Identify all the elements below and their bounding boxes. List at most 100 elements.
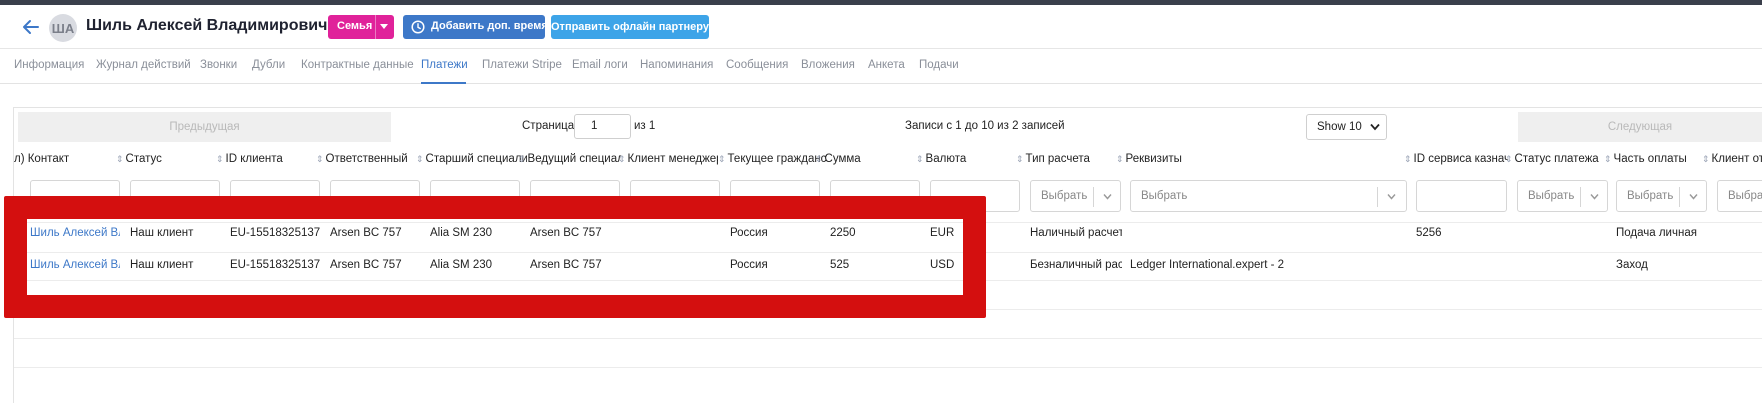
column-header[interactable]: ⇕ Реквизиты xyxy=(1116,153,1406,165)
row-divider xyxy=(14,222,1762,223)
treasury-id-cell: 5256 xyxy=(1416,227,1442,239)
family-label: Семья xyxy=(337,20,373,32)
column-header[interactable]: ⇕ Клиент от xyxy=(1702,153,1762,165)
row-divider xyxy=(14,367,1762,368)
filter-status[interactable] xyxy=(130,180,220,212)
person-name: Шиль Алексей Владимирович xyxy=(86,17,328,34)
filter-citizenship[interactable] xyxy=(730,180,820,212)
chevron-down-icon xyxy=(1370,123,1380,131)
chevron-down-icon xyxy=(1103,194,1112,200)
column-header[interactable]: ⇕Текущее гражданство xyxy=(718,153,827,165)
column-header[interactable]: ⇕ Сумма xyxy=(815,153,909,165)
tab-payments-stripe[interactable]: Платежи Stripe xyxy=(482,59,562,71)
filter-calc-type[interactable]: Выбрать xyxy=(1030,180,1121,212)
pay-part-cell: Заход xyxy=(1616,259,1648,271)
contact-link[interactable]: Шиль Алексей Владимирович xyxy=(30,227,120,239)
chevron-down-icon xyxy=(1689,194,1698,200)
column-header[interactable]: ⇕ ID клиента xyxy=(216,153,310,165)
filter-amount[interactable] xyxy=(830,180,920,212)
filter-senior[interactable] xyxy=(430,180,520,212)
calc-type-cell: Наличный расчет xyxy=(1030,227,1122,239)
column-header[interactable]: ⇕ Статус xyxy=(116,153,210,165)
prev-page-button[interactable]: Предыдущая xyxy=(18,112,391,142)
tab-submissions[interactable]: Подачи xyxy=(919,59,959,71)
row-divider xyxy=(14,280,1762,281)
column-header[interactable]: ⇕Ведущий специалист xyxy=(518,153,621,165)
responsible-cell: Arsen BC 757 xyxy=(330,227,402,239)
page-size-label: Show 10 xyxy=(1317,121,1362,133)
filter-currency[interactable] xyxy=(930,180,1020,212)
filter-client-from[interactable]: Выбрать xyxy=(1717,180,1762,212)
filter-pay-status[interactable]: Выбрать xyxy=(1517,180,1608,212)
tab-contract-data[interactable]: Контрактные данные xyxy=(301,59,414,71)
filter-pay-part[interactable]: Выбрать xyxy=(1616,180,1707,212)
filter-manager[interactable] xyxy=(630,180,720,212)
filter-client-id[interactable] xyxy=(230,180,320,212)
filter-divider xyxy=(1093,187,1094,207)
column-header[interactable]: ⇕ Ответственный xyxy=(316,153,416,165)
responsible-cell: Arsen BC 757 xyxy=(330,259,402,271)
tab-info[interactable]: Информация xyxy=(14,59,84,71)
tab-attachments[interactable]: Вложения xyxy=(801,59,855,71)
add-time-button[interactable]: Добавить доп. время xyxy=(403,15,548,39)
page-size-select[interactable]: Show 10 xyxy=(1306,114,1387,140)
filter-divider xyxy=(1679,187,1680,207)
add-time-label: Добавить доп. время xyxy=(431,20,548,32)
page-header: ША Шиль Алексей Владимирович Семья Добав… xyxy=(0,5,1762,49)
tab-email-logs[interactable]: Email логи xyxy=(572,59,628,71)
filter-contact[interactable] xyxy=(30,180,120,212)
tab-calls[interactable]: Звонки xyxy=(200,59,237,71)
button-divider xyxy=(375,15,376,39)
calc-type-cell: Безналичный расчет xyxy=(1030,259,1122,271)
currency-cell: EUR xyxy=(930,227,955,239)
row-divider xyxy=(14,309,1762,310)
filter-placeholder: Выбрать xyxy=(1728,190,1762,202)
chevron-down-icon xyxy=(1387,194,1396,200)
tab-action-log[interactable]: Журнал действий xyxy=(96,59,191,71)
page-label: Страница xyxy=(522,120,575,132)
tab-duplicates[interactable]: Дубли xyxy=(252,59,285,71)
send-partner-button[interactable]: Отправить офлайн партнеру xyxy=(551,15,709,39)
page-input[interactable]: 1 xyxy=(574,114,631,139)
filter-divider xyxy=(1377,187,1378,207)
contact-link[interactable]: Шиль Алексей Владимирович xyxy=(30,259,120,271)
lead-cell: Arsen BC 757 xyxy=(530,259,602,271)
clock-icon xyxy=(411,20,425,34)
amount-cell: 2250 xyxy=(830,227,856,239)
column-header[interactable]: ⇕ Тип расчета xyxy=(1016,153,1116,165)
column-header[interactable]: ⇕ Клиент менеджер xyxy=(618,153,718,165)
tab-payments[interactable]: Платежи xyxy=(421,59,468,71)
column-header[interactable]: ⇕Старший специалист xyxy=(416,153,527,165)
column-header[interactable]: ⇕ Статус платежа xyxy=(1505,153,1605,165)
tab-messages[interactable]: Сообщения xyxy=(726,59,788,71)
status-cell: Наш клиент xyxy=(130,259,194,271)
filter-placeholder: Выбрать xyxy=(1528,190,1575,202)
filter-responsible[interactable] xyxy=(330,180,420,212)
caret-down-icon[interactable] xyxy=(380,24,388,29)
tab-questionnaire[interactable]: Анкета xyxy=(868,59,905,71)
tab-bar: Информация Журнал действий Звонки Дубли … xyxy=(0,49,1762,84)
tab-reminders[interactable]: Напоминания xyxy=(640,59,713,71)
column-header[interactable]: ⇕ Валюта xyxy=(916,153,1016,165)
column-header[interactable]: л) Контакт xyxy=(14,153,114,165)
active-tab-underline xyxy=(421,82,466,84)
filter-requisites[interactable]: Выбрать xyxy=(1130,180,1407,212)
payments-panel xyxy=(13,107,1762,403)
filter-divider xyxy=(1580,187,1581,207)
requisites-cell: Ledger International.expert - 2 xyxy=(1130,259,1285,271)
records-info: Записи с 1 до 10 из 2 записей xyxy=(905,120,1065,132)
next-page-button[interactable]: Следующая xyxy=(1518,112,1762,142)
page-total: из 1 xyxy=(634,120,656,132)
pay-part-cell: Подача личная xyxy=(1616,227,1697,239)
citizenship-cell: Россия xyxy=(730,227,768,239)
filter-lead[interactable] xyxy=(530,180,620,212)
column-header[interactable]: ⇕ID сервиса казначейства xyxy=(1404,153,1508,165)
filter-treasury-id[interactable] xyxy=(1416,180,1507,212)
column-header[interactable]: ⇕ Часть оплаты xyxy=(1604,153,1700,165)
senior-cell: Alia SM 230 xyxy=(430,259,493,271)
back-arrow-icon[interactable] xyxy=(22,18,40,36)
citizenship-cell: Россия xyxy=(730,259,768,271)
amount-cell: 525 xyxy=(830,259,850,271)
family-dropdown-button[interactable]: Семья xyxy=(328,15,394,39)
row-divider xyxy=(14,338,1762,339)
